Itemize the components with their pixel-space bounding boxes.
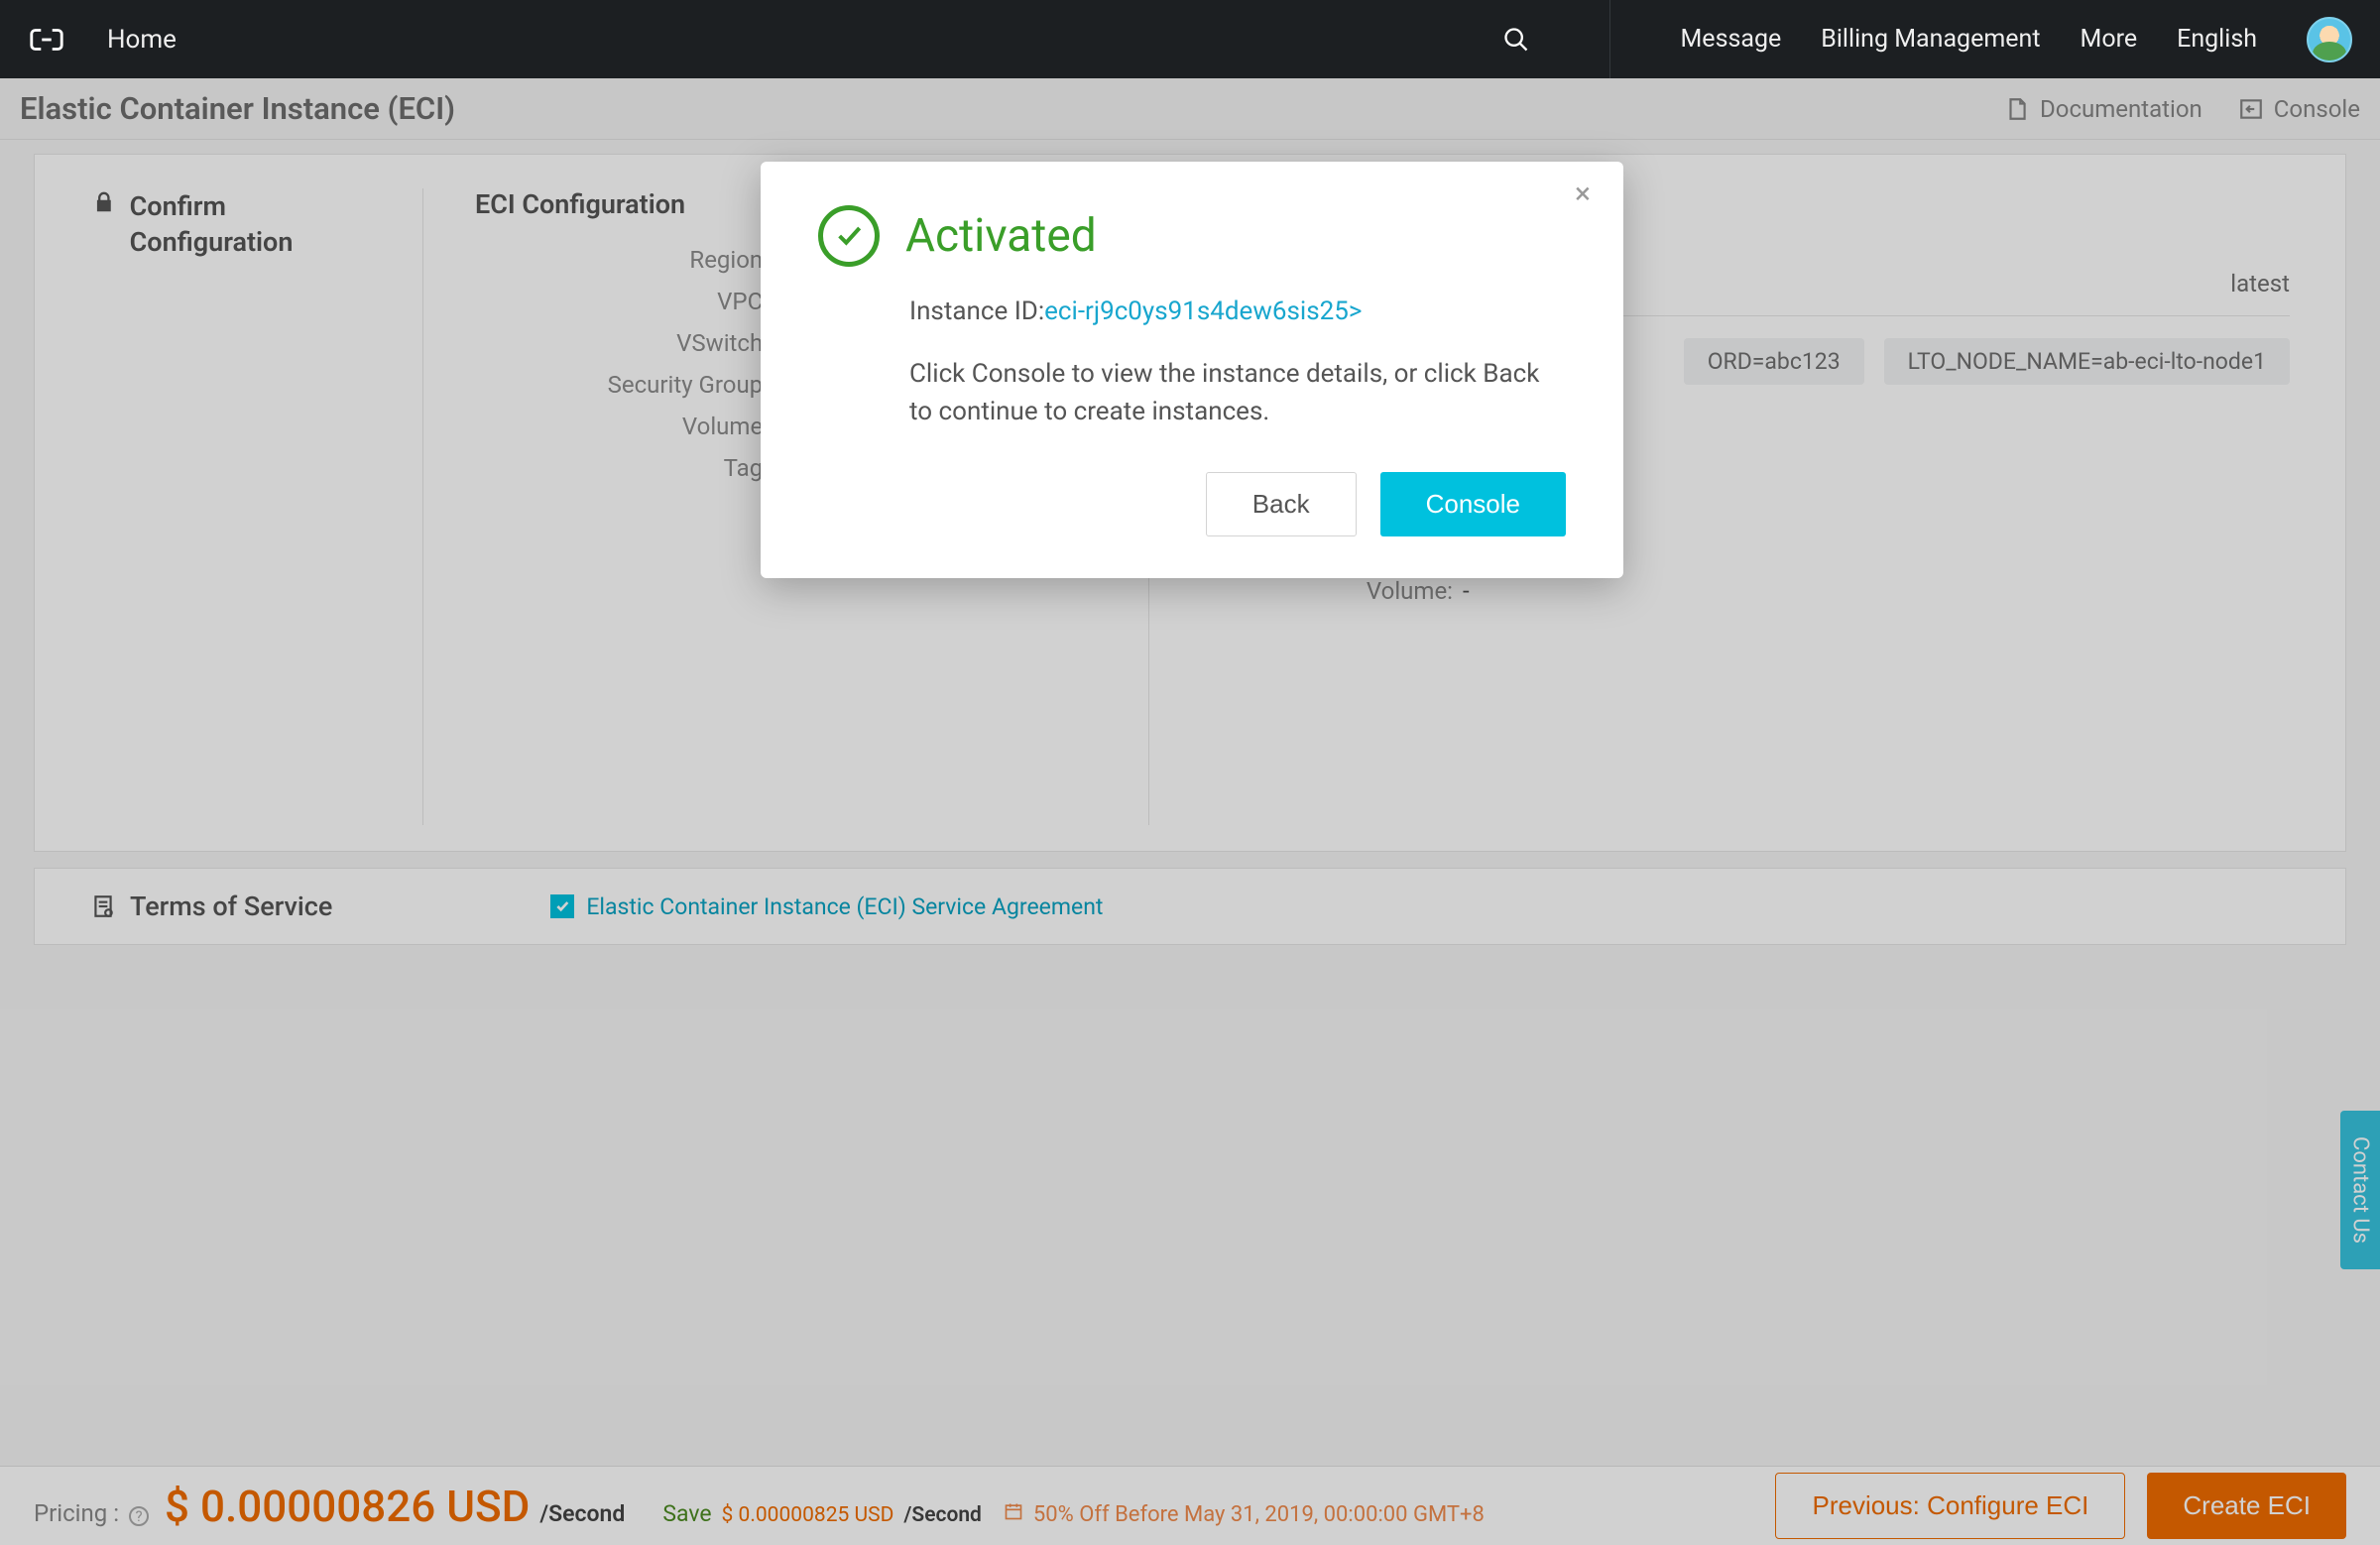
divider — [1609, 0, 1610, 78]
nav-home[interactable]: Home — [107, 25, 177, 55]
topbar: Home Message Billing Management More Eng… — [0, 0, 2380, 78]
instance-id-link[interactable]: eci-rj9c0ys91s4dew6sis25> — [1044, 297, 1362, 326]
nav-message[interactable]: Message — [1680, 25, 1781, 54]
search-button[interactable] — [1502, 26, 1530, 54]
instance-id-label: Instance ID: — [909, 297, 1044, 326]
back-button[interactable]: Back — [1206, 472, 1357, 536]
close-icon[interactable]: × — [1566, 179, 1600, 213]
nav-more[interactable]: More — [2081, 25, 2138, 54]
topbar-right: Message Billing Management More English — [1502, 0, 2352, 78]
nav-language[interactable]: English — [2177, 25, 2257, 54]
brand-logo[interactable] — [28, 21, 65, 59]
search-icon — [1502, 26, 1530, 54]
activated-modal: × Activated Instance ID:eci-rj9c0ys91s4d… — [761, 162, 1623, 578]
console-button[interactable]: Console — [1380, 472, 1566, 536]
success-check-icon — [818, 205, 880, 267]
modal-title: Activated — [905, 209, 1097, 263]
nav-billing[interactable]: Billing Management — [1821, 25, 2040, 54]
modal-description: Click Console to view the instance detai… — [909, 356, 1566, 430]
avatar[interactable] — [2307, 17, 2352, 62]
